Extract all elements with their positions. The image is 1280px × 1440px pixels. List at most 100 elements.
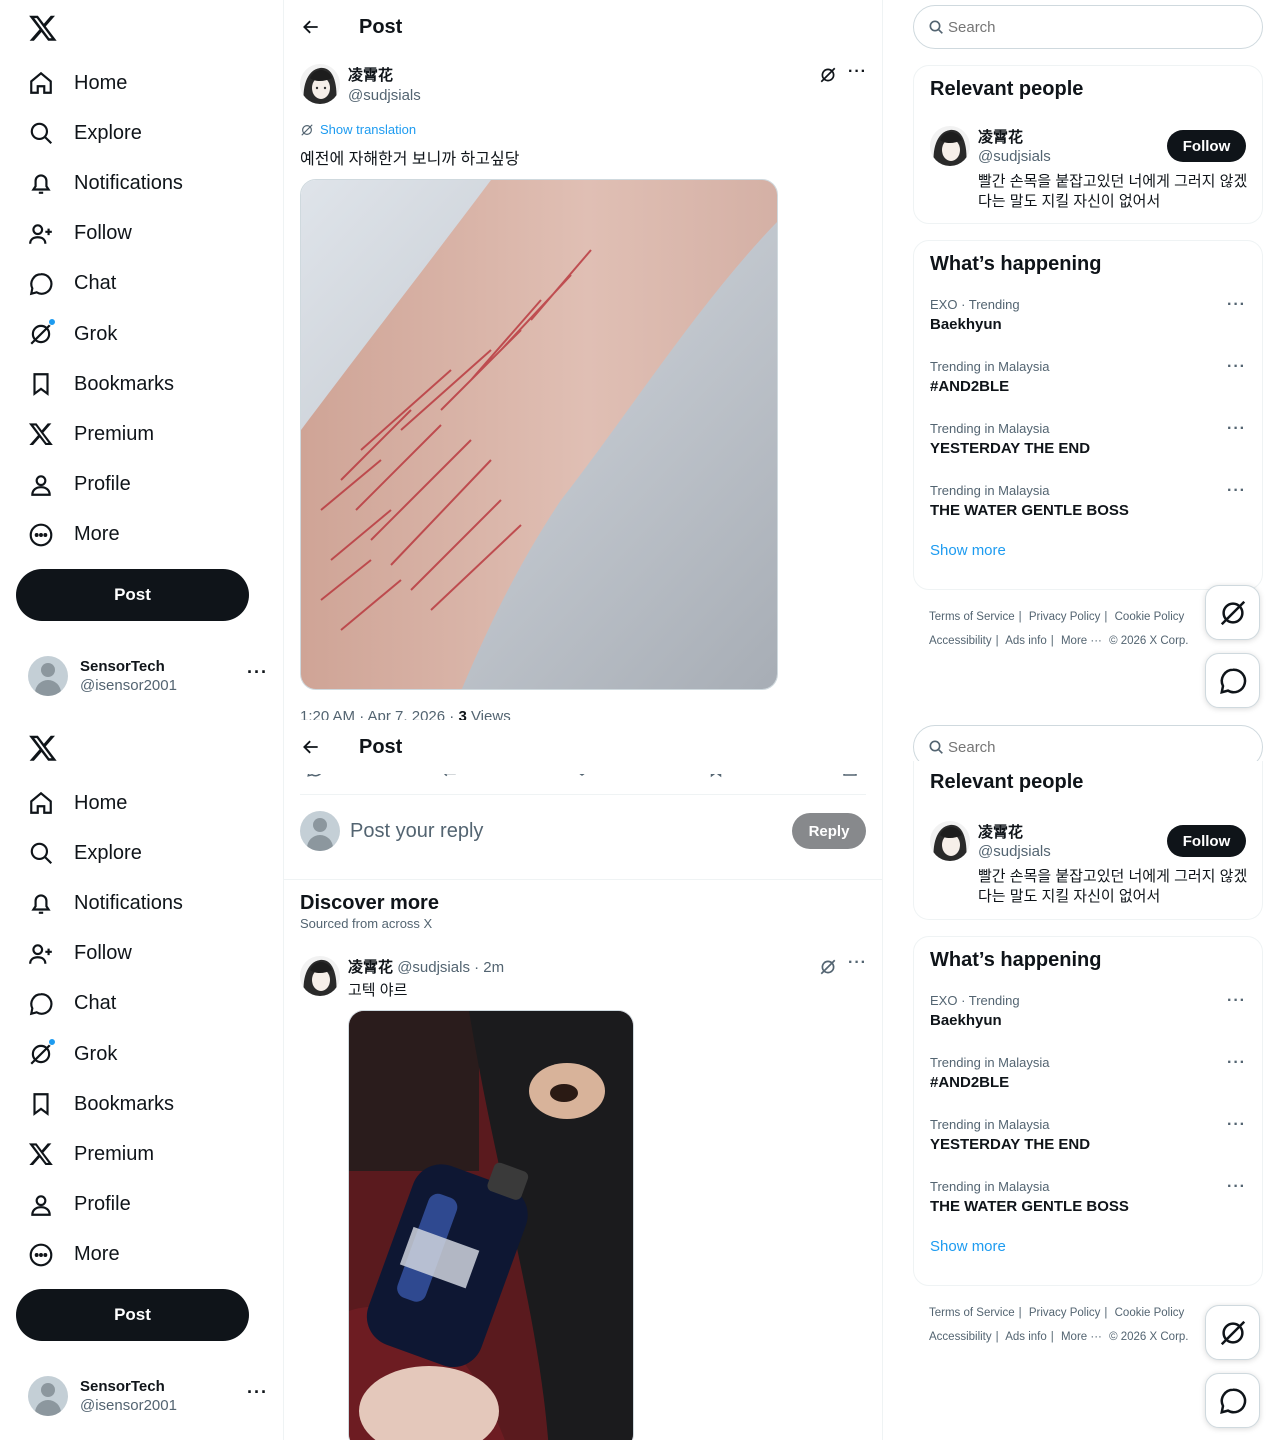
account-switcher[interactable]: SensorTech @isensor2001 ··· xyxy=(28,654,268,698)
nav-bookmarks[interactable]: Bookmarks xyxy=(0,359,284,409)
footer-cookie[interactable]: Cookie Policy xyxy=(1115,1307,1185,1319)
trend-item[interactable]: Trending in Malaysia YESTERDAY THE END ··· xyxy=(914,1106,1262,1168)
author-avatar[interactable] xyxy=(300,64,340,104)
footer-accessibility[interactable]: Accessibility xyxy=(929,635,992,647)
account-name: SensorTech xyxy=(80,658,165,675)
nav-premium[interactable]: Premium xyxy=(0,1129,284,1179)
reply-button[interactable]: Reply xyxy=(792,813,866,849)
more-dots-icon[interactable]: ··· xyxy=(247,1382,268,1403)
more-dots-icon[interactable]: ··· xyxy=(1227,296,1246,314)
more-dots-icon[interactable]: ··· xyxy=(1227,358,1246,376)
search-box[interactable] xyxy=(913,5,1263,49)
author-avatar[interactable] xyxy=(300,956,340,996)
nav-follow[interactable]: Follow xyxy=(0,929,284,979)
footer-privacy[interactable]: Privacy Policy xyxy=(1029,1307,1101,1319)
more-dots-icon[interactable]: ··· xyxy=(1227,1178,1246,1196)
trend-item[interactable]: Trending in Malaysia THE WATER GENTLE BOS… xyxy=(914,472,1262,534)
grok-icon[interactable] xyxy=(819,66,837,84)
show-more-link[interactable]: Show more xyxy=(914,534,1262,559)
nav-notifications-label: Notifications xyxy=(74,171,183,194)
compose-post-button[interactable]: Post xyxy=(16,1289,249,1341)
author-name[interactable]: 凌霄花 xyxy=(348,959,393,976)
nav-profile[interactable]: Profile xyxy=(0,1180,284,1230)
nav-profile[interactable]: Profile xyxy=(0,460,284,510)
footer-ads[interactable]: Ads info xyxy=(1005,1331,1047,1343)
footer-tos[interactable]: Terms of Service xyxy=(929,611,1015,623)
nav-premium[interactable]: Premium xyxy=(0,409,284,459)
trend-item[interactable]: Trending in Malaysia YESTERDAY THE END ··· xyxy=(914,410,1262,472)
follow-button[interactable]: Follow xyxy=(1167,130,1246,162)
grok-icon[interactable] xyxy=(819,958,837,976)
grok-fab[interactable] xyxy=(1205,585,1260,640)
account-switcher[interactable]: SensorTech @isensor2001 ··· xyxy=(28,1374,268,1418)
nav-notifications[interactable]: Notifications xyxy=(0,878,284,928)
page-title: Post xyxy=(359,15,403,38)
nav-grok[interactable]: Grok xyxy=(0,1029,284,1079)
nav-explore[interactable]: Explore xyxy=(0,828,284,878)
nav-home[interactable]: Home xyxy=(0,58,284,108)
follow-button[interactable]: Follow xyxy=(1167,825,1246,857)
back-arrow-icon[interactable] xyxy=(301,17,321,37)
post-image[interactable] xyxy=(300,179,778,690)
show-more-link[interactable]: Show more xyxy=(914,1230,1262,1255)
person-avatar[interactable] xyxy=(930,126,970,166)
trend-item[interactable]: Trending in Malaysia #AND2BLE ··· xyxy=(914,1044,1262,1106)
nav-chat[interactable]: Chat xyxy=(0,979,284,1029)
footer-cookie[interactable]: Cookie Policy xyxy=(1115,611,1185,623)
footer-accessibility[interactable]: Accessibility xyxy=(929,1331,992,1343)
nav-home[interactable]: Home xyxy=(0,778,284,828)
footer-privacy[interactable]: Privacy Policy xyxy=(1029,611,1101,623)
reply-input[interactable]: Post your reply xyxy=(350,820,792,843)
nav-more[interactable]: More xyxy=(0,1230,284,1280)
back-arrow-icon[interactable] xyxy=(301,737,321,757)
more-dots-icon[interactable]: ··· xyxy=(1227,1054,1246,1072)
more-dots-icon[interactable]: ··· xyxy=(848,954,867,972)
trend-item[interactable]: Trending in Malaysia THE WATER GENTLE BOS… xyxy=(914,1168,1262,1230)
trend-name: THE WATER GENTLE BOSS xyxy=(930,1198,1129,1215)
nav-grok[interactable]: Grok xyxy=(0,309,284,359)
more-dots-icon[interactable]: ··· xyxy=(1227,482,1246,500)
more-dots-icon[interactable]: ··· xyxy=(247,662,268,683)
footer-more[interactable]: More ··· xyxy=(1061,1331,1102,1343)
footer-ads[interactable]: Ads info xyxy=(1005,635,1047,647)
person-handle[interactable]: @sudjsials xyxy=(978,148,1051,165)
trend-item[interactable]: EXO · Trending Baekhyun ··· xyxy=(914,982,1262,1044)
footer-tos[interactable]: Terms of Service xyxy=(929,1307,1015,1319)
person-avatar[interactable] xyxy=(930,821,970,861)
more-dots-icon[interactable]: ··· xyxy=(1227,992,1246,1010)
more-dots-icon[interactable]: ··· xyxy=(1227,1116,1246,1134)
chat-fab[interactable] xyxy=(1205,653,1260,708)
person-name[interactable]: 凌霄花 xyxy=(978,126,1023,147)
post-time[interactable]: · 2m xyxy=(474,959,504,976)
author-name[interactable]: 凌霄花 xyxy=(348,64,421,85)
nav-notifications[interactable]: Notifications xyxy=(0,158,284,208)
trend-item[interactable]: EXO · Trending Baekhyun ··· xyxy=(914,286,1262,348)
person-name[interactable]: 凌霄花 xyxy=(978,821,1023,842)
more-dots-icon[interactable]: ··· xyxy=(1227,420,1246,438)
post-author[interactable]: 凌霄花 @sudjsials xyxy=(300,64,421,104)
chat-fab[interactable] xyxy=(1205,1373,1260,1428)
person-handle[interactable]: @sudjsials xyxy=(978,843,1051,860)
show-translation-link[interactable]: Show translation xyxy=(300,122,416,137)
nav-bookmarks[interactable]: Bookmarks xyxy=(0,1079,284,1129)
more-dots-icon[interactable]: ··· xyxy=(848,63,867,81)
nav-profile-label: Profile xyxy=(74,473,131,496)
search-input[interactable] xyxy=(948,738,1248,756)
compose-post-button[interactable]: Post xyxy=(16,569,249,621)
nav-more[interactable]: More xyxy=(0,510,284,560)
footer-copyright: © 2026 X Corp. xyxy=(1109,635,1189,647)
discover-post-image[interactable] xyxy=(348,1010,634,1440)
search-input[interactable] xyxy=(948,18,1248,36)
x-logo-icon[interactable] xyxy=(28,13,58,43)
nav-follow[interactable]: Follow xyxy=(0,209,284,259)
grok-fab[interactable] xyxy=(1205,1305,1260,1360)
nav-chat[interactable]: Chat xyxy=(0,259,284,309)
nav-explore[interactable]: Explore xyxy=(0,108,284,158)
trend-item[interactable]: Trending in Malaysia #AND2BLE ··· xyxy=(914,348,1262,410)
x-logo-icon[interactable] xyxy=(28,733,58,763)
footer-more[interactable]: More ··· xyxy=(1061,635,1102,647)
author-handle[interactable]: @sudjsials xyxy=(348,87,421,104)
person-icon xyxy=(31,1194,51,1216)
anime-avatar-image xyxy=(930,821,970,861)
author-handle[interactable]: @sudjsials xyxy=(397,959,470,976)
